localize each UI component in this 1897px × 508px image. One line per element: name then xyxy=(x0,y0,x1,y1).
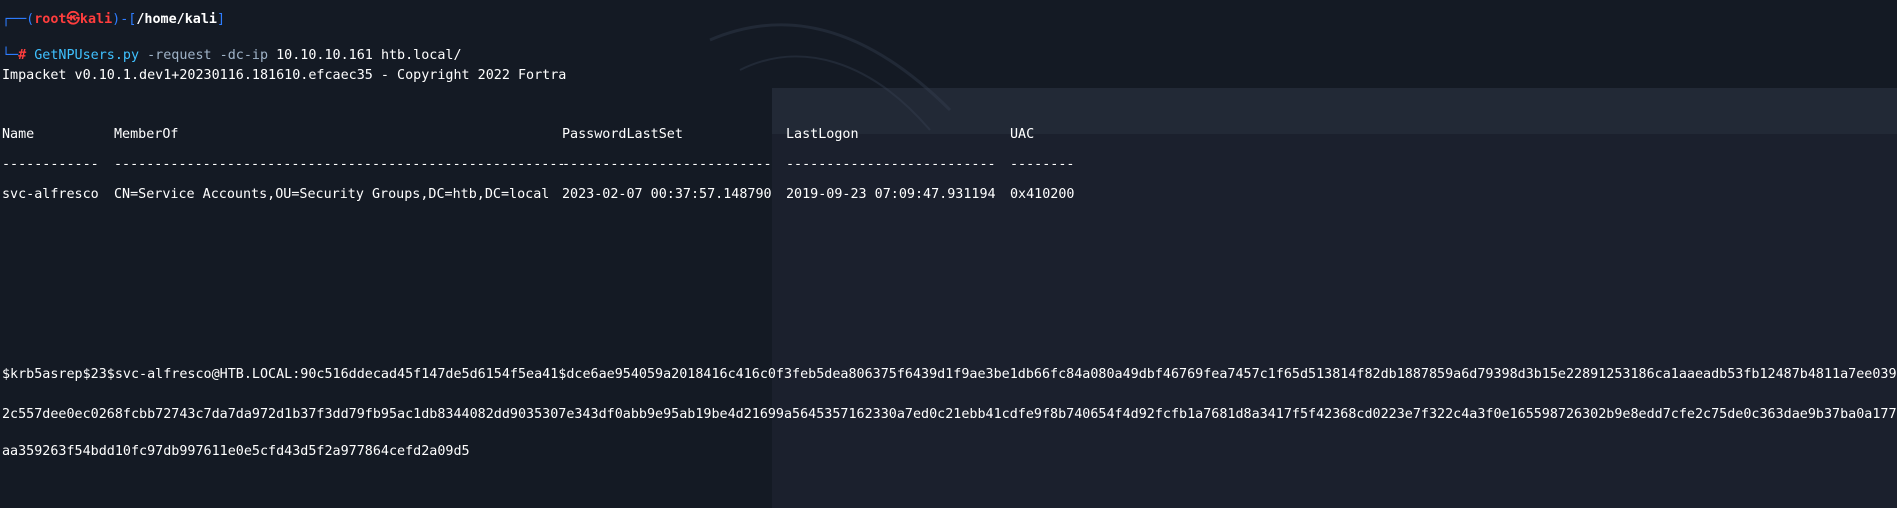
table-header-uac: UAC xyxy=(1010,127,1035,142)
table-header-passwordlastset: PasswordLastSet xyxy=(562,127,683,142)
terminal-output: ┌──(root㉿kali)-[/home/kali] └─# GetNPUse… xyxy=(0,0,1897,508)
command-line[interactable]: └─# GetNPUsers.py -request -dc-ip 10.10.… xyxy=(2,47,462,65)
command-flags: -request -dc-ip xyxy=(147,48,269,63)
table-cell-uac: 0x410200 xyxy=(1010,187,1075,202)
prompt-frame-close: ] xyxy=(216,12,226,27)
asrep-hash-line: $krb5asrep$23$svc-alfresco@HTB.LOCAL:90c… xyxy=(2,367,1897,382)
table-separator: -------------------------- xyxy=(562,157,772,172)
table-separator: -------- xyxy=(1010,157,1075,172)
asrep-hash-line: aa359263f54bdd10fc97db997611e0e5cfd43d5f… xyxy=(2,444,470,459)
table-separator: -------------------------- xyxy=(786,157,996,172)
asrep-hash-line: 2c557dee0ec0268fcbb72743c7da7da972d1b37f… xyxy=(2,407,1897,422)
table-cell-lastlogon: 2019-09-23 07:09:47.931194 xyxy=(786,187,996,202)
command-program: GetNPUsers.py xyxy=(34,48,140,63)
prompt-corner: └─ xyxy=(2,48,19,63)
prompt-frame-sep: )-[ xyxy=(112,12,137,27)
prompt-line: ┌──(root㉿kali)-[/home/kali] xyxy=(2,11,225,29)
table-header-memberof: MemberOf xyxy=(114,127,179,142)
prompt-hash: # xyxy=(18,48,27,63)
prompt-frame-open: ┌──( xyxy=(2,12,35,27)
table-separator: ------------ xyxy=(2,157,99,172)
table-cell-name: svc-alfresco xyxy=(2,187,99,202)
command-target: htb.local/ xyxy=(380,48,462,63)
table-cell-passwordlastset: 2023-02-07 00:37:57.148790 xyxy=(562,187,772,202)
table-header-lastlogon: LastLogon xyxy=(786,127,859,142)
impacket-banner: Impacket v0.10.1.dev1+20230116.181610.ef… xyxy=(2,68,567,83)
command-ip: 10.10.10.161 xyxy=(276,48,373,63)
prompt-user: root㉿kali xyxy=(34,12,113,27)
table-cell-memberof: CN=Service Accounts,OU=Security Groups,D… xyxy=(114,187,550,202)
table-header-name: Name xyxy=(2,127,35,142)
prompt-path: /home/kali xyxy=(136,12,217,27)
table-separator: ----------------------------------------… xyxy=(114,157,566,172)
